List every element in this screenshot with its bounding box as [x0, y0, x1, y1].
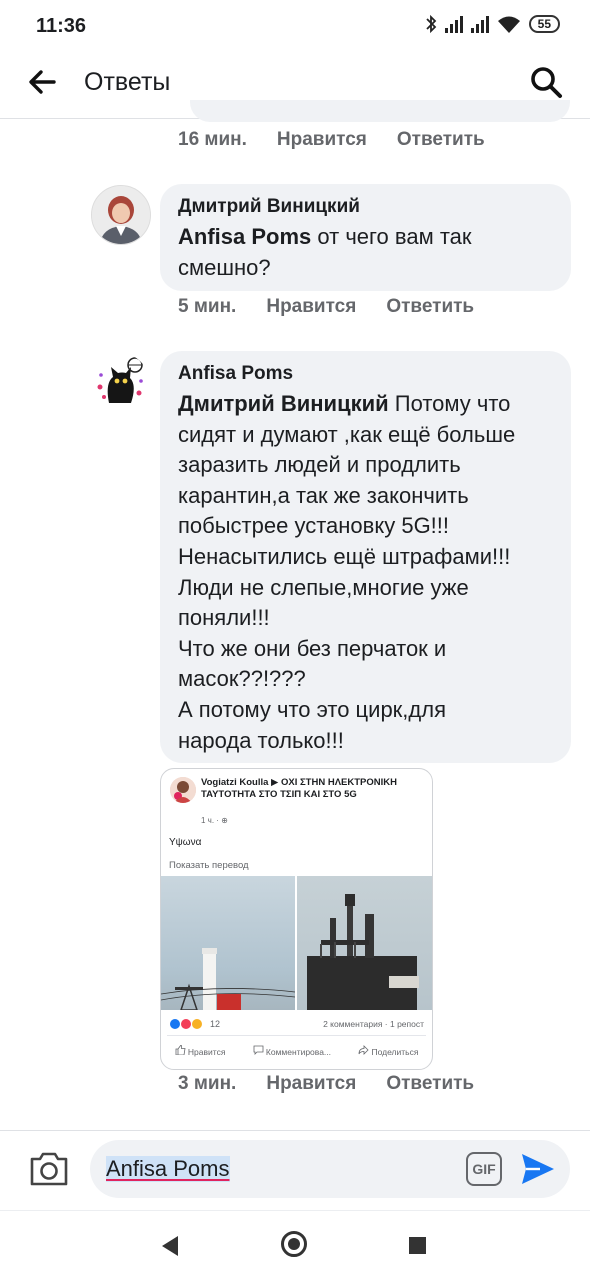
- status-time: 11:36: [36, 15, 87, 37]
- avatar-photo: [92, 186, 150, 244]
- attached-translate-link: Показать перевод: [169, 860, 249, 871]
- attached-avatar: [170, 777, 196, 803]
- signal-icon: [444, 15, 463, 33]
- composer-divider: [0, 1130, 590, 1131]
- attached-comment-label: Комментирова...: [265, 1047, 332, 1057]
- mention[interactable]: Anfisa Poms: [178, 224, 311, 249]
- input-mention-text: Anfisa Poms: [106, 1156, 230, 1181]
- reactions-count: 12: [210, 1019, 221, 1029]
- attached-share-label: Поделиться: [371, 1047, 419, 1057]
- mention[interactable]: Дмитрий Виницкий: [178, 391, 389, 416]
- camera-icon[interactable]: [28, 1149, 70, 1189]
- reply-link[interactable]: Ответить: [386, 296, 474, 318]
- send-icon[interactable]: [520, 1152, 556, 1186]
- comment-time: 16 мин.: [178, 129, 247, 150]
- avatar-cat-drawing: [91, 353, 149, 411]
- page-title: Ответы: [84, 68, 171, 96]
- attached-reactions: 12: [169, 1018, 220, 1030]
- like-link[interactable]: Нравится: [266, 1073, 356, 1095]
- attached-post-time: 1 ч. · ⊕: [201, 816, 228, 825]
- thumbs-up-icon: [175, 1044, 186, 1056]
- comment-text: Anfisa Poms от чего вам так смешно?: [178, 222, 553, 283]
- battery-icon: 55: [528, 15, 560, 33]
- attached-post-text: Υψωνα: [169, 837, 202, 848]
- nav-recents-icon[interactable]: [409, 1237, 426, 1254]
- attached-share: Поделиться: [358, 1045, 418, 1057]
- comment-author[interactable]: Anfisa Poms: [178, 363, 553, 385]
- tower-photo-1: [161, 876, 295, 1010]
- comment-icon: [253, 1045, 263, 1055]
- attached-like: Нравится: [175, 1044, 226, 1057]
- tower-photo-2: [297, 876, 432, 1010]
- reply-link[interactable]: Ответить: [397, 129, 485, 151]
- attached-post-header: Vogiatzi Koulla ▶ ΟΧΙ ΣΤΗΝ ΗΛΕΚΤΡΟΝΙΚΗ Τ…: [201, 777, 397, 800]
- comment-author[interactable]: Дмитрий Виницкий: [178, 196, 553, 218]
- comment-body: Потому что сидят и думают ,как ещё больш…: [178, 391, 516, 753]
- avatar[interactable]: [91, 353, 149, 411]
- comment-time: 3 мин.: [178, 1073, 237, 1094]
- avatar[interactable]: [91, 185, 151, 245]
- previous-comment-actions: 16 мин. Нравится Ответить: [178, 129, 515, 151]
- comment-bubble: Дмитрий Виницкий Anfisa Poms от чего вам…: [160, 184, 571, 291]
- status-icons: 55: [425, 14, 560, 34]
- back-arrow-icon[interactable]: [26, 66, 58, 98]
- attached-comment: Комментирова...: [253, 1045, 332, 1057]
- search-icon[interactable]: [528, 64, 564, 100]
- attached-divider: [167, 1035, 426, 1036]
- reply-link[interactable]: Ответить: [386, 1073, 474, 1095]
- like-link[interactable]: Нравится: [266, 296, 356, 318]
- nav-back-icon[interactable]: [160, 1235, 180, 1257]
- comment-text: Дмитрий Виницкий Потому что сидят и дума…: [178, 389, 553, 756]
- previous-comment-bubble: [190, 100, 570, 122]
- share-icon: [358, 1045, 369, 1055]
- comment-actions: 5 мин. Нравится Ответить: [178, 296, 504, 318]
- comment-actions: 3 мин. Нравится Ответить: [178, 1073, 504, 1095]
- comment-time: 5 мин.: [178, 296, 237, 317]
- status-bar: 11:36 55: [0, 0, 590, 52]
- comment-bubble: Anfisa Poms Дмитрий Виницкий Потому что …: [160, 351, 571, 763]
- bluetooth-icon: [426, 14, 436, 34]
- like-link[interactable]: Нравится: [277, 129, 367, 151]
- attached-stats: 2 комментария · 1 репост: [323, 1019, 424, 1029]
- comment-input-value[interactable]: Anfisa Poms: [106, 1156, 230, 1182]
- system-nav-bar: [0, 1210, 590, 1281]
- attached-action-bar: Нравится Комментирова... Поделиться: [161, 1044, 432, 1057]
- attached-like-label: Нравится: [187, 1047, 226, 1057]
- wifi-icon: [497, 16, 520, 33]
- comment-input[interactable]: Anfisa Poms GIF: [90, 1140, 570, 1198]
- nav-home-icon[interactable]: [281, 1231, 307, 1257]
- attached-image[interactable]: Vogiatzi Koulla ▶ ΟΧΙ ΣΤΗΝ ΗΛΕΚΤΡΟΝΙΚΗ Τ…: [160, 768, 433, 1070]
- signal-icon-2: [470, 15, 489, 33]
- gif-button[interactable]: GIF: [466, 1152, 502, 1186]
